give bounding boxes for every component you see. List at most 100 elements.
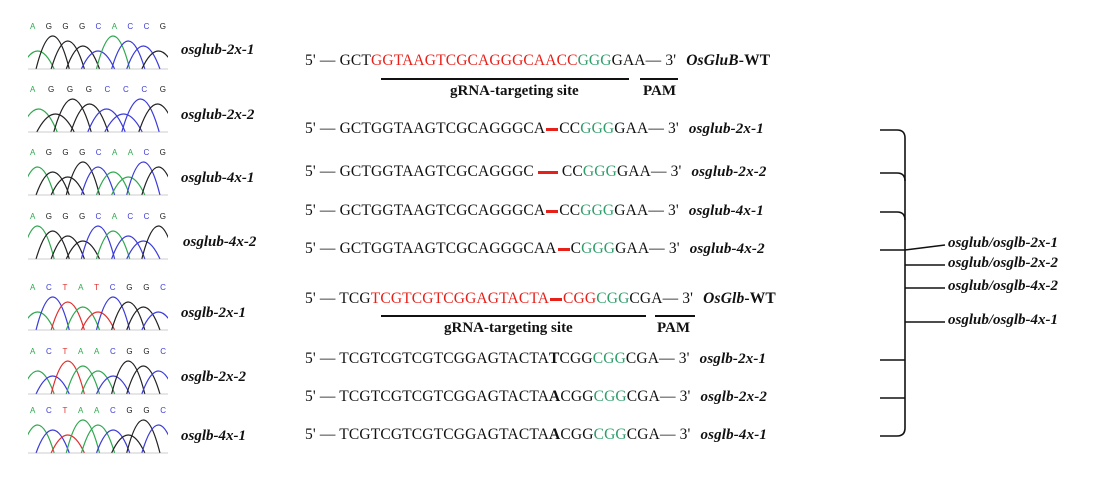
seq-a: GCTGGTAAGTCGCAGGGCA <box>339 120 546 137</box>
base-call: C <box>143 22 150 31</box>
glub-grna-underline <box>381 78 629 80</box>
glb-grna-label: gRNA-targeting site <box>444 320 573 336</box>
chromatogram-trace: ACTAACGGC <box>28 406 168 454</box>
five-prime: 5' — <box>305 388 336 405</box>
base-call: C <box>160 347 166 356</box>
glub-grna-label: gRNA-targeting site <box>450 83 579 99</box>
base-call: C <box>143 148 150 157</box>
glb-mutant-sequence: 5' — TCGTCGTCGTCGGAGTACTAACGGCGGCGA— 3' … <box>305 388 767 406</box>
base-call: A <box>111 22 118 31</box>
base-call: A <box>111 148 118 157</box>
seq-b: C <box>570 240 582 257</box>
base-call: G <box>45 212 52 221</box>
seq-post: CGA <box>626 426 660 443</box>
seq-post: CGA <box>626 388 660 405</box>
five-prime: 5' — <box>305 350 336 367</box>
chromatogram-trace: ACTAACGGC <box>28 347 168 395</box>
trace-label: osglub-4x-2 <box>183 234 257 250</box>
trace-peaks <box>28 161 168 196</box>
trace-peak <box>141 166 168 196</box>
seq-post: CGA <box>625 350 660 367</box>
seq-post: GAA <box>614 202 649 219</box>
base-call: G <box>78 212 86 221</box>
base-call: C <box>46 406 52 415</box>
glb-wt-sequence: 5' — TCGTCGTCGTCGGAGTACTA CGGCGGCGA— 3' O… <box>305 290 776 307</box>
mutant-name: osglub-4x-2 <box>689 241 765 257</box>
base-call: T <box>62 406 68 415</box>
base-call: A <box>111 212 118 221</box>
five-prime: 5' — <box>305 163 336 180</box>
base-call: C <box>46 347 52 356</box>
trace-peak <box>141 225 168 260</box>
mutant-name: osglb-2x-1 <box>699 351 767 367</box>
base-call: C <box>95 212 102 221</box>
base-call: A <box>30 85 36 94</box>
trace-label: osglub-2x-2 <box>181 107 255 123</box>
base-call: G <box>126 283 133 292</box>
base-call: A <box>30 148 36 157</box>
trace-peak <box>141 50 168 70</box>
base-call: G <box>66 85 74 94</box>
double-mutant-label: osglub/osglb-4x-2 <box>948 278 1059 294</box>
base-call: A <box>77 406 84 415</box>
double-mutant-label: osglub/osglb-2x-2 <box>948 255 1059 271</box>
base-call: G <box>126 406 133 415</box>
trace-label: osglb-4x-1 <box>181 428 246 444</box>
trace-peaks <box>28 225 168 260</box>
deletion-mark <box>550 297 563 301</box>
base-call: C <box>104 85 111 94</box>
pam-seq: CGG <box>593 388 627 405</box>
double-mutant-label: osglub/osglb-2x-1 <box>948 235 1059 251</box>
trace-peaks <box>28 419 168 454</box>
base-call: C <box>95 22 102 31</box>
glb-pam-underline <box>655 315 695 317</box>
trace-peak <box>28 370 55 395</box>
base-call: C <box>160 406 166 415</box>
base-call: G <box>45 22 52 31</box>
chromatogram-trace: AGGGCACCG <box>28 22 168 70</box>
base-call: A <box>30 283 36 292</box>
seq-a: TCGTCGTCGTCGGAGTACTA <box>339 350 550 367</box>
seq-a: GCTGGTAAGTCGCAGGGC <box>339 163 534 180</box>
three-prime: — 3' <box>649 240 680 257</box>
five-prime: 5' — <box>305 202 336 219</box>
glub-pam-label: PAM <box>643 83 677 99</box>
base-call: G <box>62 212 69 221</box>
seq-b: CGG <box>560 426 594 443</box>
base-call: G <box>79 148 86 157</box>
seq-a: TCGTCGTCGTCGGAGTACTA <box>339 388 550 405</box>
glub-mutant-sequence: 5' — GCTGGTAAGTCGCAGGGCA CCGGGGAA— 3' osg… <box>305 202 764 220</box>
mutant-name: osglub-2x-2 <box>691 164 767 180</box>
seq-a: TCGTCGTCGTCGGAGTACTA <box>339 426 550 443</box>
glub-mutant-sequence: 5' — GCTGGTAAGTCGCAGGGCA CCGGGGAA— 3' osg… <box>305 120 764 138</box>
base-call: A <box>30 212 36 221</box>
trace-peak <box>28 166 55 196</box>
bracket-arm <box>880 211 906 221</box>
deletion-mark <box>537 170 558 174</box>
seq-b: CGG <box>559 350 593 367</box>
base-call: C <box>95 148 102 157</box>
trace-peaks <box>28 360 168 395</box>
seq-post: GAA <box>616 163 651 180</box>
base-call: T <box>62 283 68 292</box>
trace-peak <box>141 424 168 454</box>
chromatogram-trace: ACTATCGGC <box>28 283 168 331</box>
mutant-name: osglub-2x-1 <box>688 121 764 137</box>
deletion-mark <box>557 247 570 251</box>
chromatogram-trace: AGGGCCCG <box>28 85 168 133</box>
bracket-arm <box>880 129 906 139</box>
base-call: A <box>77 347 84 356</box>
trace-peaks <box>28 98 168 133</box>
base-call: C <box>109 347 116 356</box>
pam-seq: CGG <box>593 426 627 443</box>
base-call: G <box>62 22 69 31</box>
three-prime: — 3' <box>659 426 691 443</box>
trace-peaks <box>28 296 168 331</box>
base-call: G <box>159 85 166 94</box>
base-call: G <box>143 347 150 356</box>
seq-b: CC <box>561 163 583 180</box>
glub-mutant-sequence: 5' — GCTGGTAAGTCGCAGGGCAA CGGGGAA— 3' osg… <box>305 240 765 258</box>
trace-peak <box>28 108 58 133</box>
trace-peak <box>28 424 55 454</box>
mutant-name: osglb-4x-1 <box>700 427 768 443</box>
